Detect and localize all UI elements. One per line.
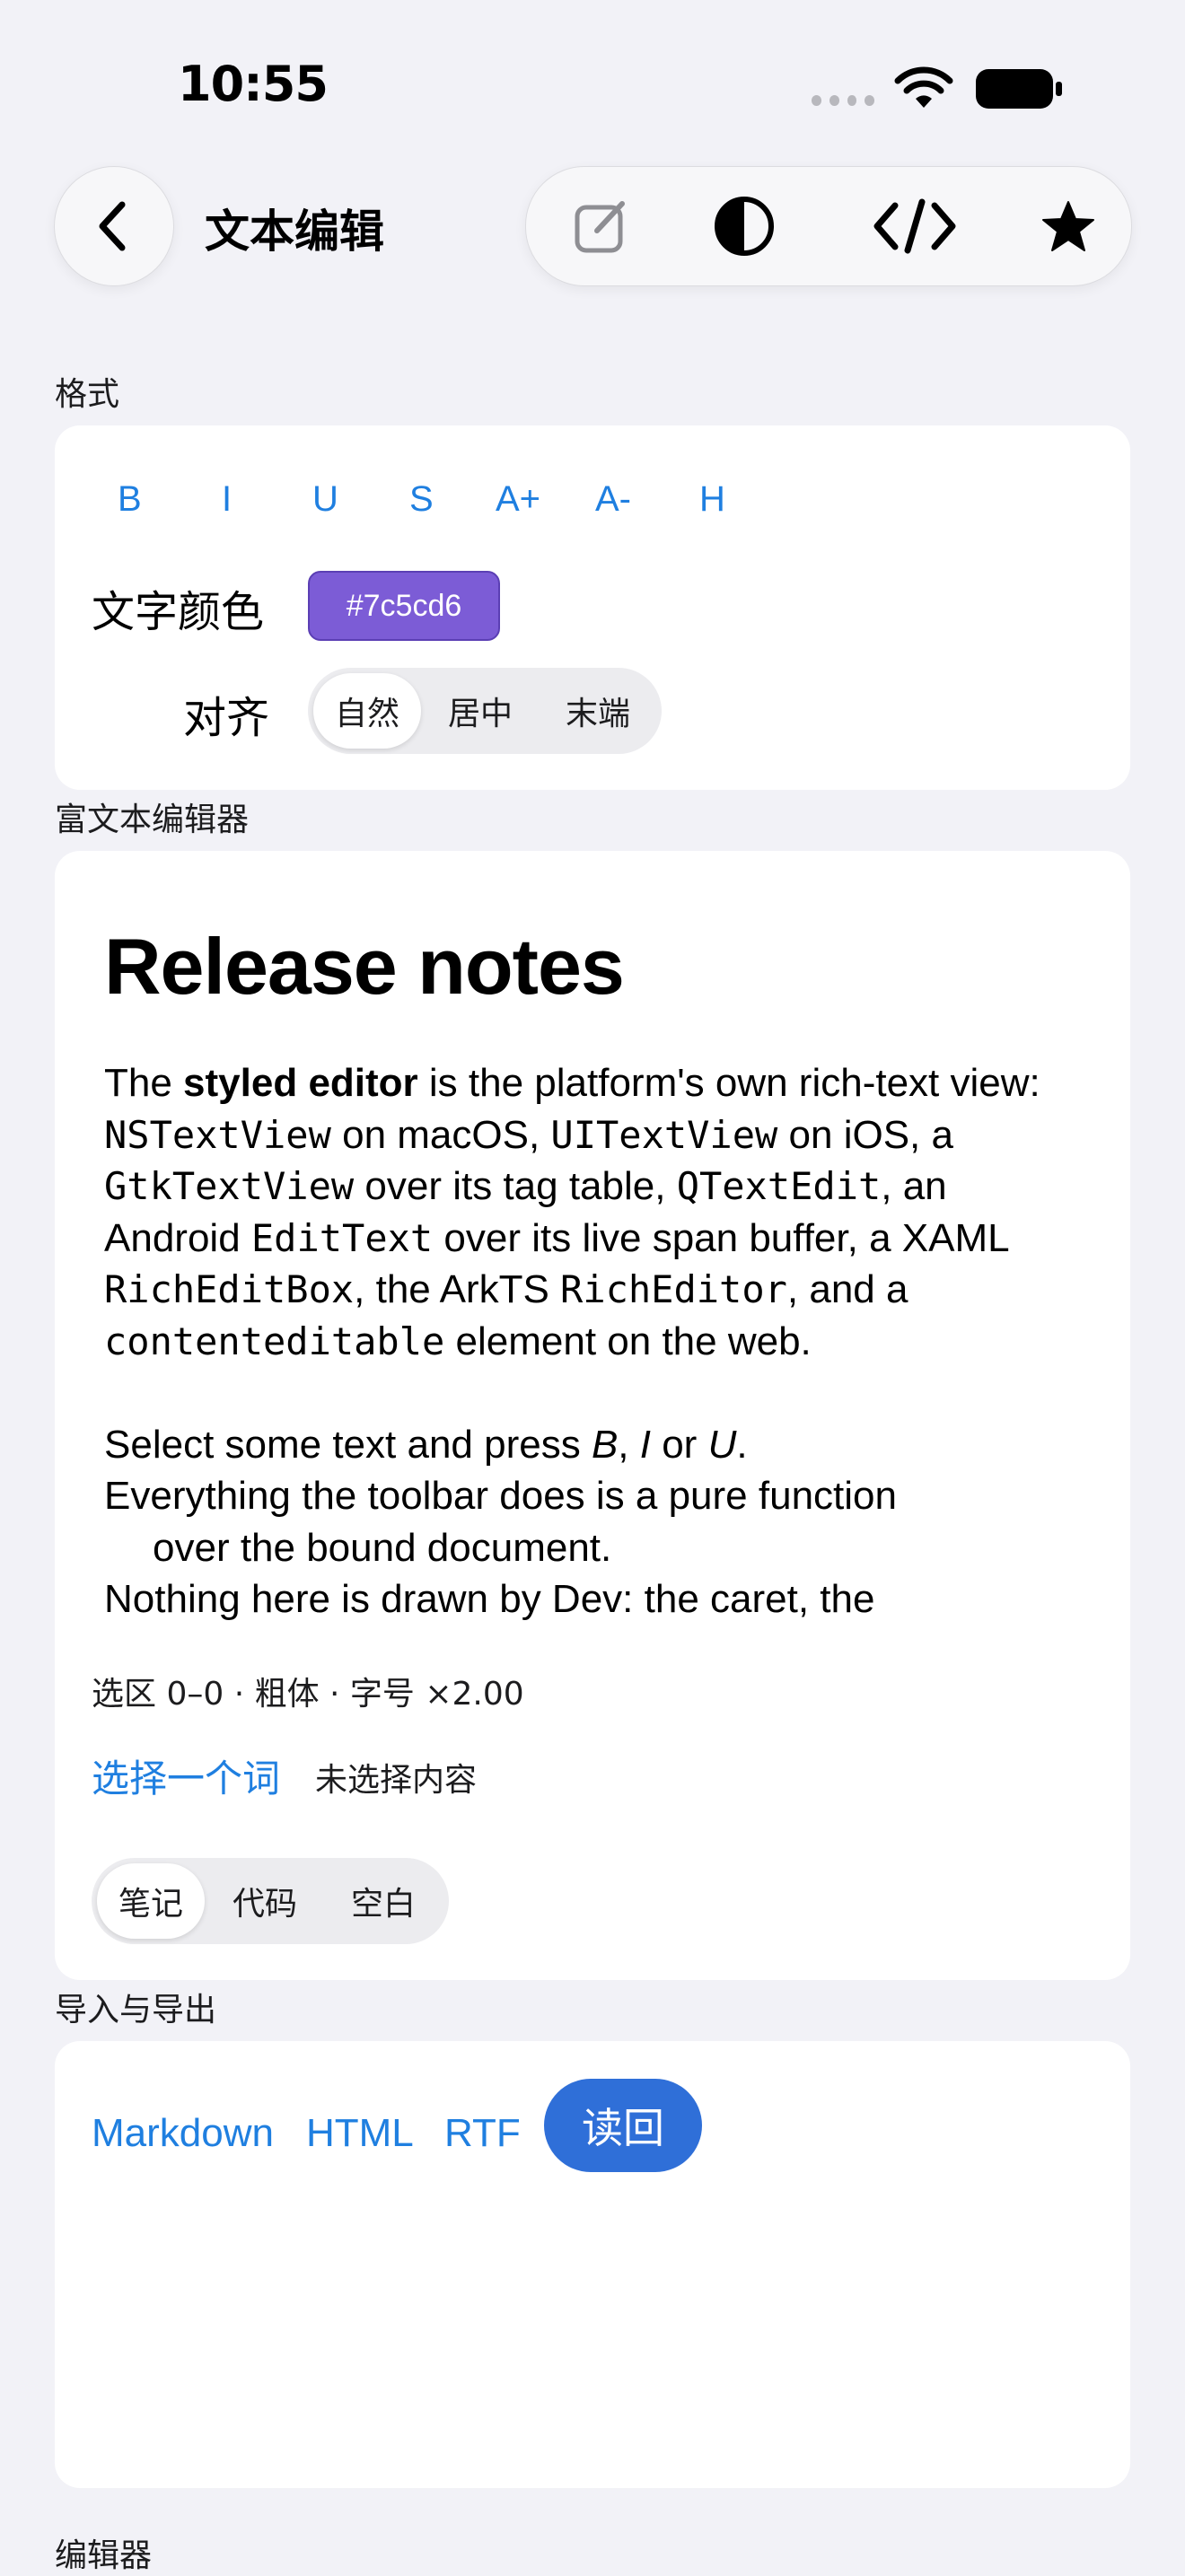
chevron-left-icon bbox=[99, 201, 126, 251]
compose-button[interactable] bbox=[566, 190, 637, 262]
mode-code[interactable]: 代码 bbox=[205, 1863, 325, 1939]
code-button[interactable] bbox=[865, 190, 964, 262]
decrease-font-button[interactable]: A- bbox=[595, 479, 631, 520]
editor-section-label: 编辑器 bbox=[55, 2537, 153, 2574]
format-card: B I U S A+ A- H 文字颜色 #7c5cd6 对齐 自然 居中 末端 bbox=[55, 425, 1130, 790]
select-word-link[interactable]: 选择一个词 bbox=[92, 1748, 280, 1803]
rich-editor-section-label: 富文本编辑器 bbox=[55, 802, 250, 838]
page-title: 文本编辑 bbox=[205, 206, 384, 258]
cellular-signal-icon bbox=[812, 95, 874, 108]
contrast-icon bbox=[715, 197, 774, 256]
favorite-button[interactable] bbox=[1032, 190, 1104, 262]
readback-button[interactable]: 读回 bbox=[544, 2079, 702, 2172]
rich-text-editor[interactable]: Release notes The styled editor is the p… bbox=[104, 905, 1092, 1695]
text-color-picker[interactable]: #7c5cd6 bbox=[308, 571, 500, 641]
underline-button[interactable]: U bbox=[312, 479, 338, 520]
wifi-icon bbox=[894, 66, 953, 115]
mode-notes[interactable]: 笔记 bbox=[97, 1863, 205, 1939]
align-center[interactable]: 居中 bbox=[421, 673, 540, 749]
battery-icon bbox=[974, 67, 1064, 116]
increase-font-button[interactable]: A+ bbox=[496, 479, 540, 520]
align-natural[interactable]: 自然 bbox=[313, 673, 421, 749]
strikethrough-button[interactable]: S bbox=[409, 479, 434, 520]
text-color-label: 文字颜色 bbox=[92, 587, 265, 637]
align-segmented-control: 自然 居中 末端 bbox=[308, 668, 662, 754]
toolbar bbox=[525, 166, 1132, 286]
editor-paragraph: Select some text and press B, I or U. bbox=[104, 1422, 748, 1467]
import-export-section-label: 导入与导出 bbox=[55, 1992, 217, 2028]
code-icon bbox=[873, 198, 956, 254]
align-label: 对齐 bbox=[183, 693, 270, 743]
import-export-card: Markdown HTML RTF 读回 bbox=[55, 2041, 1130, 2488]
export-html-link[interactable]: HTML bbox=[306, 2111, 414, 2156]
rich-editor-card: Release notes The styled editor is the p… bbox=[55, 851, 1130, 1980]
editor-paragraph: Everything the toolbar does is a pure fu… bbox=[104, 1474, 897, 1518]
format-section-label: 格式 bbox=[55, 376, 120, 413]
mode-blank[interactable]: 空白 bbox=[325, 1863, 442, 1939]
export-rtf-link[interactable]: RTF bbox=[444, 2111, 521, 2156]
selection-info: 选区 0–0 · 粗体 · 字号 ×2.00 bbox=[92, 1676, 524, 1713]
mode-segmented-control: 笔记 代码 空白 bbox=[92, 1858, 449, 1944]
appearance-button[interactable] bbox=[708, 190, 780, 262]
editor-paragraph: Nothing here is drawn by Dev: the caret,… bbox=[104, 1577, 875, 1621]
export-markdown-link[interactable]: Markdown bbox=[92, 2111, 274, 2156]
editor-paragraph: over the bound document. bbox=[153, 1525, 612, 1570]
bold-button[interactable]: B bbox=[118, 479, 142, 520]
back-button[interactable] bbox=[54, 166, 174, 286]
status-time: 10:55 bbox=[178, 56, 329, 112]
heading-button[interactable]: H bbox=[699, 479, 725, 520]
compose-icon bbox=[575, 201, 625, 253]
editor-paragraph: The styled editor is the platform's own … bbox=[104, 1061, 1040, 1363]
star-icon bbox=[1042, 201, 1094, 251]
align-end[interactable]: 末端 bbox=[540, 673, 656, 749]
editor-heading: Release notes bbox=[104, 922, 625, 1011]
italic-button[interactable]: I bbox=[222, 479, 232, 520]
selection-status: 未选择内容 bbox=[315, 1762, 478, 1799]
